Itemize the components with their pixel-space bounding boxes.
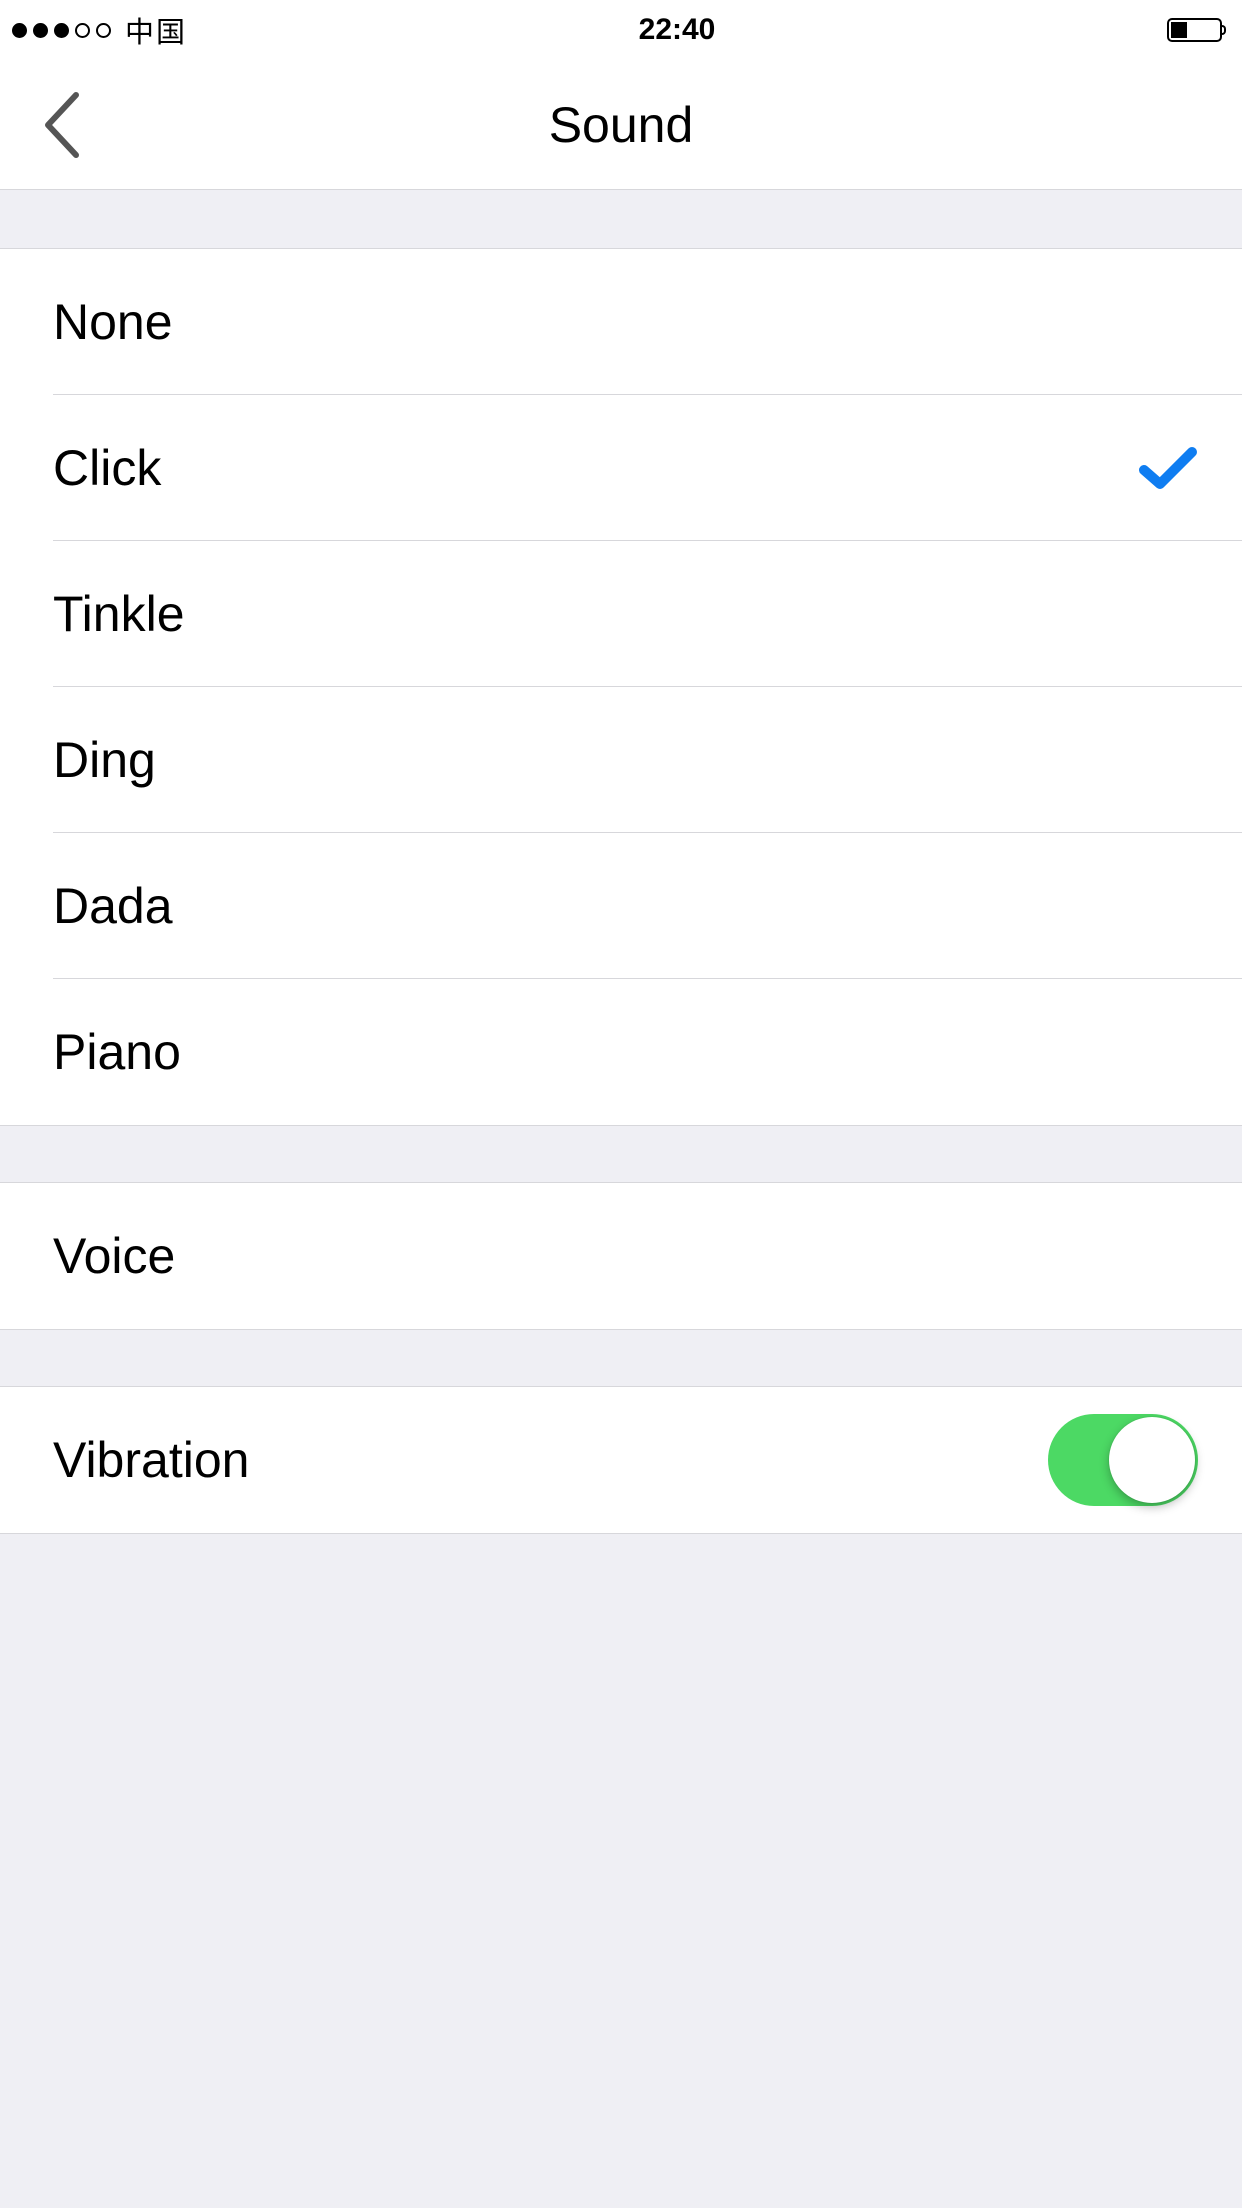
vibration-toggle[interactable] bbox=[1048, 1414, 1198, 1506]
vibration-group: Vibration bbox=[0, 1386, 1242, 1534]
sound-option-label: None bbox=[53, 293, 173, 351]
status-time: 22:40 bbox=[639, 13, 716, 47]
sound-option-piano[interactable]: Piano bbox=[0, 979, 1242, 1125]
sound-option-label: Piano bbox=[53, 1023, 181, 1081]
back-button[interactable] bbox=[42, 91, 80, 159]
carrier-label: 中国 bbox=[125, 9, 187, 51]
voice-label: Voice bbox=[53, 1227, 175, 1285]
battery-icon bbox=[1167, 18, 1226, 42]
sound-option-label: Tinkle bbox=[53, 585, 185, 643]
status-left: 中国 bbox=[12, 9, 187, 51]
vibration-label: Vibration bbox=[53, 1431, 249, 1489]
sound-option-dada[interactable]: Dada bbox=[0, 833, 1242, 979]
group-spacer bbox=[0, 1330, 1242, 1386]
status-bar: 中国 22:40 bbox=[0, 0, 1242, 60]
vibration-row: Vibration bbox=[0, 1387, 1242, 1533]
sound-option-label: Ding bbox=[53, 731, 156, 789]
sound-option-ding[interactable]: Ding bbox=[0, 687, 1242, 833]
voice-row[interactable]: Voice bbox=[0, 1183, 1242, 1329]
checkmark-icon bbox=[1138, 444, 1198, 492]
sound-options-group: None Click Tinkle Ding Dada Piano bbox=[0, 248, 1242, 1126]
chevron-left-icon bbox=[42, 91, 80, 159]
sound-option-none[interactable]: None bbox=[0, 249, 1242, 395]
sound-option-tinkle[interactable]: Tinkle bbox=[0, 541, 1242, 687]
sound-option-label: Dada bbox=[53, 877, 173, 935]
nav-bar: Sound bbox=[0, 60, 1242, 190]
signal-strength-icon bbox=[12, 23, 111, 38]
group-spacer bbox=[0, 190, 1242, 248]
group-spacer bbox=[0, 1126, 1242, 1182]
sound-option-label: Click bbox=[53, 439, 161, 497]
page-title: Sound bbox=[549, 96, 694, 154]
toggle-knob bbox=[1109, 1417, 1195, 1503]
voice-group: Voice bbox=[0, 1182, 1242, 1330]
sound-option-click[interactable]: Click bbox=[0, 395, 1242, 541]
